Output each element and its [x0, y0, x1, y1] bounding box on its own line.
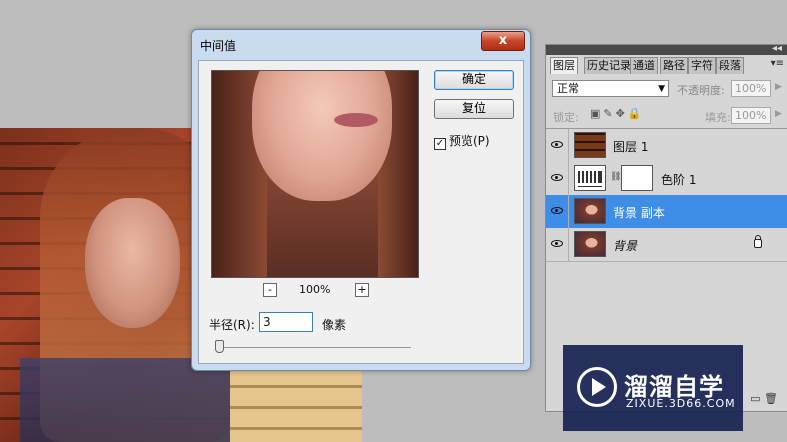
- lock-options-icons[interactable]: ▣✎✥🔒: [590, 107, 645, 120]
- preview-checkbox[interactable]: ✓ 预览(P): [434, 132, 490, 150]
- tab-character[interactable]: 字符: [688, 57, 716, 74]
- tab-channels[interactable]: 通道: [630, 57, 658, 74]
- opacity-input[interactable]: 100%: [731, 80, 771, 97]
- median-dialog: 中间值 x - 100% + 确定 复位 ✓ 预览(P) 半径(R): 3 像素: [191, 29, 531, 371]
- layer-name: 色阶 1: [661, 173, 697, 187]
- radius-input[interactable]: 3: [259, 312, 313, 332]
- ok-button[interactable]: 确定: [434, 70, 514, 90]
- blend-mode-select[interactable]: 正常 ▼: [552, 80, 669, 97]
- canvas-bricks: [230, 368, 362, 442]
- eye-icon: [551, 141, 563, 148]
- opacity-label: 不透明度:: [677, 84, 725, 97]
- watermark-logo: 溜溜自学 ZIXUE.3D66.COM: [563, 345, 743, 431]
- layer-mask-thumbnail[interactable]: [621, 165, 653, 191]
- preview-checkbox-box[interactable]: ✓: [434, 138, 446, 150]
- visibility-toggle[interactable]: [546, 129, 569, 162]
- panel-tabs: 图层 历史记录 通道 路径 字符 段落: [550, 57, 787, 74]
- close-button[interactable]: x: [481, 31, 525, 51]
- opacity-arrow-icon[interactable]: ▶: [775, 82, 782, 92]
- layer-row[interactable]: 图层 1: [546, 129, 787, 163]
- layers-list: 图层 1 ⛓ 色阶 1 背景 副本 背景: [546, 128, 787, 262]
- preview-lips: [334, 113, 378, 127]
- tab-history[interactable]: 历史记录: [584, 57, 634, 74]
- zoom-controls: - 100% +: [211, 283, 417, 299]
- reset-button[interactable]: 复位: [434, 99, 514, 119]
- lock-icon: [754, 235, 762, 248]
- layer-row[interactable]: ⛓ 色阶 1: [546, 162, 787, 196]
- tab-layers[interactable]: 图层: [550, 57, 578, 74]
- watermark-url: ZIXUE.3D66.COM: [626, 397, 736, 410]
- layer-row[interactable]: 背景: [546, 228, 787, 262]
- layer-row-selected[interactable]: 背景 副本: [546, 195, 787, 229]
- zoom-in-button[interactable]: +: [355, 283, 369, 297]
- panel-bottom-icons[interactable]: ▭ 🗑: [750, 392, 778, 405]
- layer-name: 背景 副本: [613, 206, 665, 220]
- tab-paragraph[interactable]: 段落: [716, 57, 744, 74]
- preview-face: [252, 71, 392, 201]
- fill-input[interactable]: 100%: [731, 107, 771, 124]
- fill-arrow-icon[interactable]: ▶: [775, 109, 782, 119]
- zoom-out-button[interactable]: -: [263, 283, 277, 297]
- dialog-title: 中间值: [200, 39, 237, 53]
- canvas-face: [85, 198, 180, 328]
- layer-name: 图层 1: [613, 140, 649, 154]
- visibility-toggle[interactable]: [546, 162, 569, 195]
- lock-label: 锁定:: [553, 111, 579, 124]
- fill-label: 填充:: [705, 111, 731, 124]
- visibility-toggle[interactable]: [546, 195, 569, 228]
- radius-slider-track[interactable]: [219, 347, 411, 348]
- preview-image[interactable]: [211, 70, 419, 278]
- eye-icon: [551, 174, 563, 181]
- radius-slider-thumb[interactable]: [215, 340, 224, 353]
- chain-link-icon[interactable]: ⛓: [610, 172, 621, 182]
- layer-name: 背景: [613, 239, 638, 253]
- layer-thumbnail: [574, 231, 606, 257]
- eye-icon: [551, 207, 563, 214]
- dialog-client: - 100% + 确定 复位 ✓ 预览(P) 半径(R): 3 像素: [198, 60, 524, 364]
- zoom-level: 100%: [299, 283, 331, 296]
- play-icon: [577, 367, 617, 407]
- layer-thumbnail: [574, 132, 606, 158]
- panel-header-bar: ◂◂: [546, 43, 787, 55]
- tab-paths[interactable]: 路径: [660, 57, 688, 74]
- dialog-titlebar[interactable]: 中间值 x: [192, 30, 530, 58]
- eye-icon: [551, 240, 563, 247]
- preview-checkbox-label: 预览(P): [449, 134, 490, 148]
- levels-adjustment-icon: [574, 165, 606, 191]
- radius-label: 半径(R):: [209, 318, 255, 332]
- panel-menu-icon[interactable]: ▾≡: [771, 58, 784, 69]
- collapse-icon[interactable]: ◂◂: [772, 43, 782, 54]
- blend-mode-value: 正常: [557, 82, 579, 95]
- visibility-toggle[interactable]: [546, 228, 569, 261]
- chevron-down-icon: ▼: [658, 84, 665, 94]
- layer-thumbnail: [574, 198, 606, 224]
- unit-label: 像素: [322, 318, 347, 332]
